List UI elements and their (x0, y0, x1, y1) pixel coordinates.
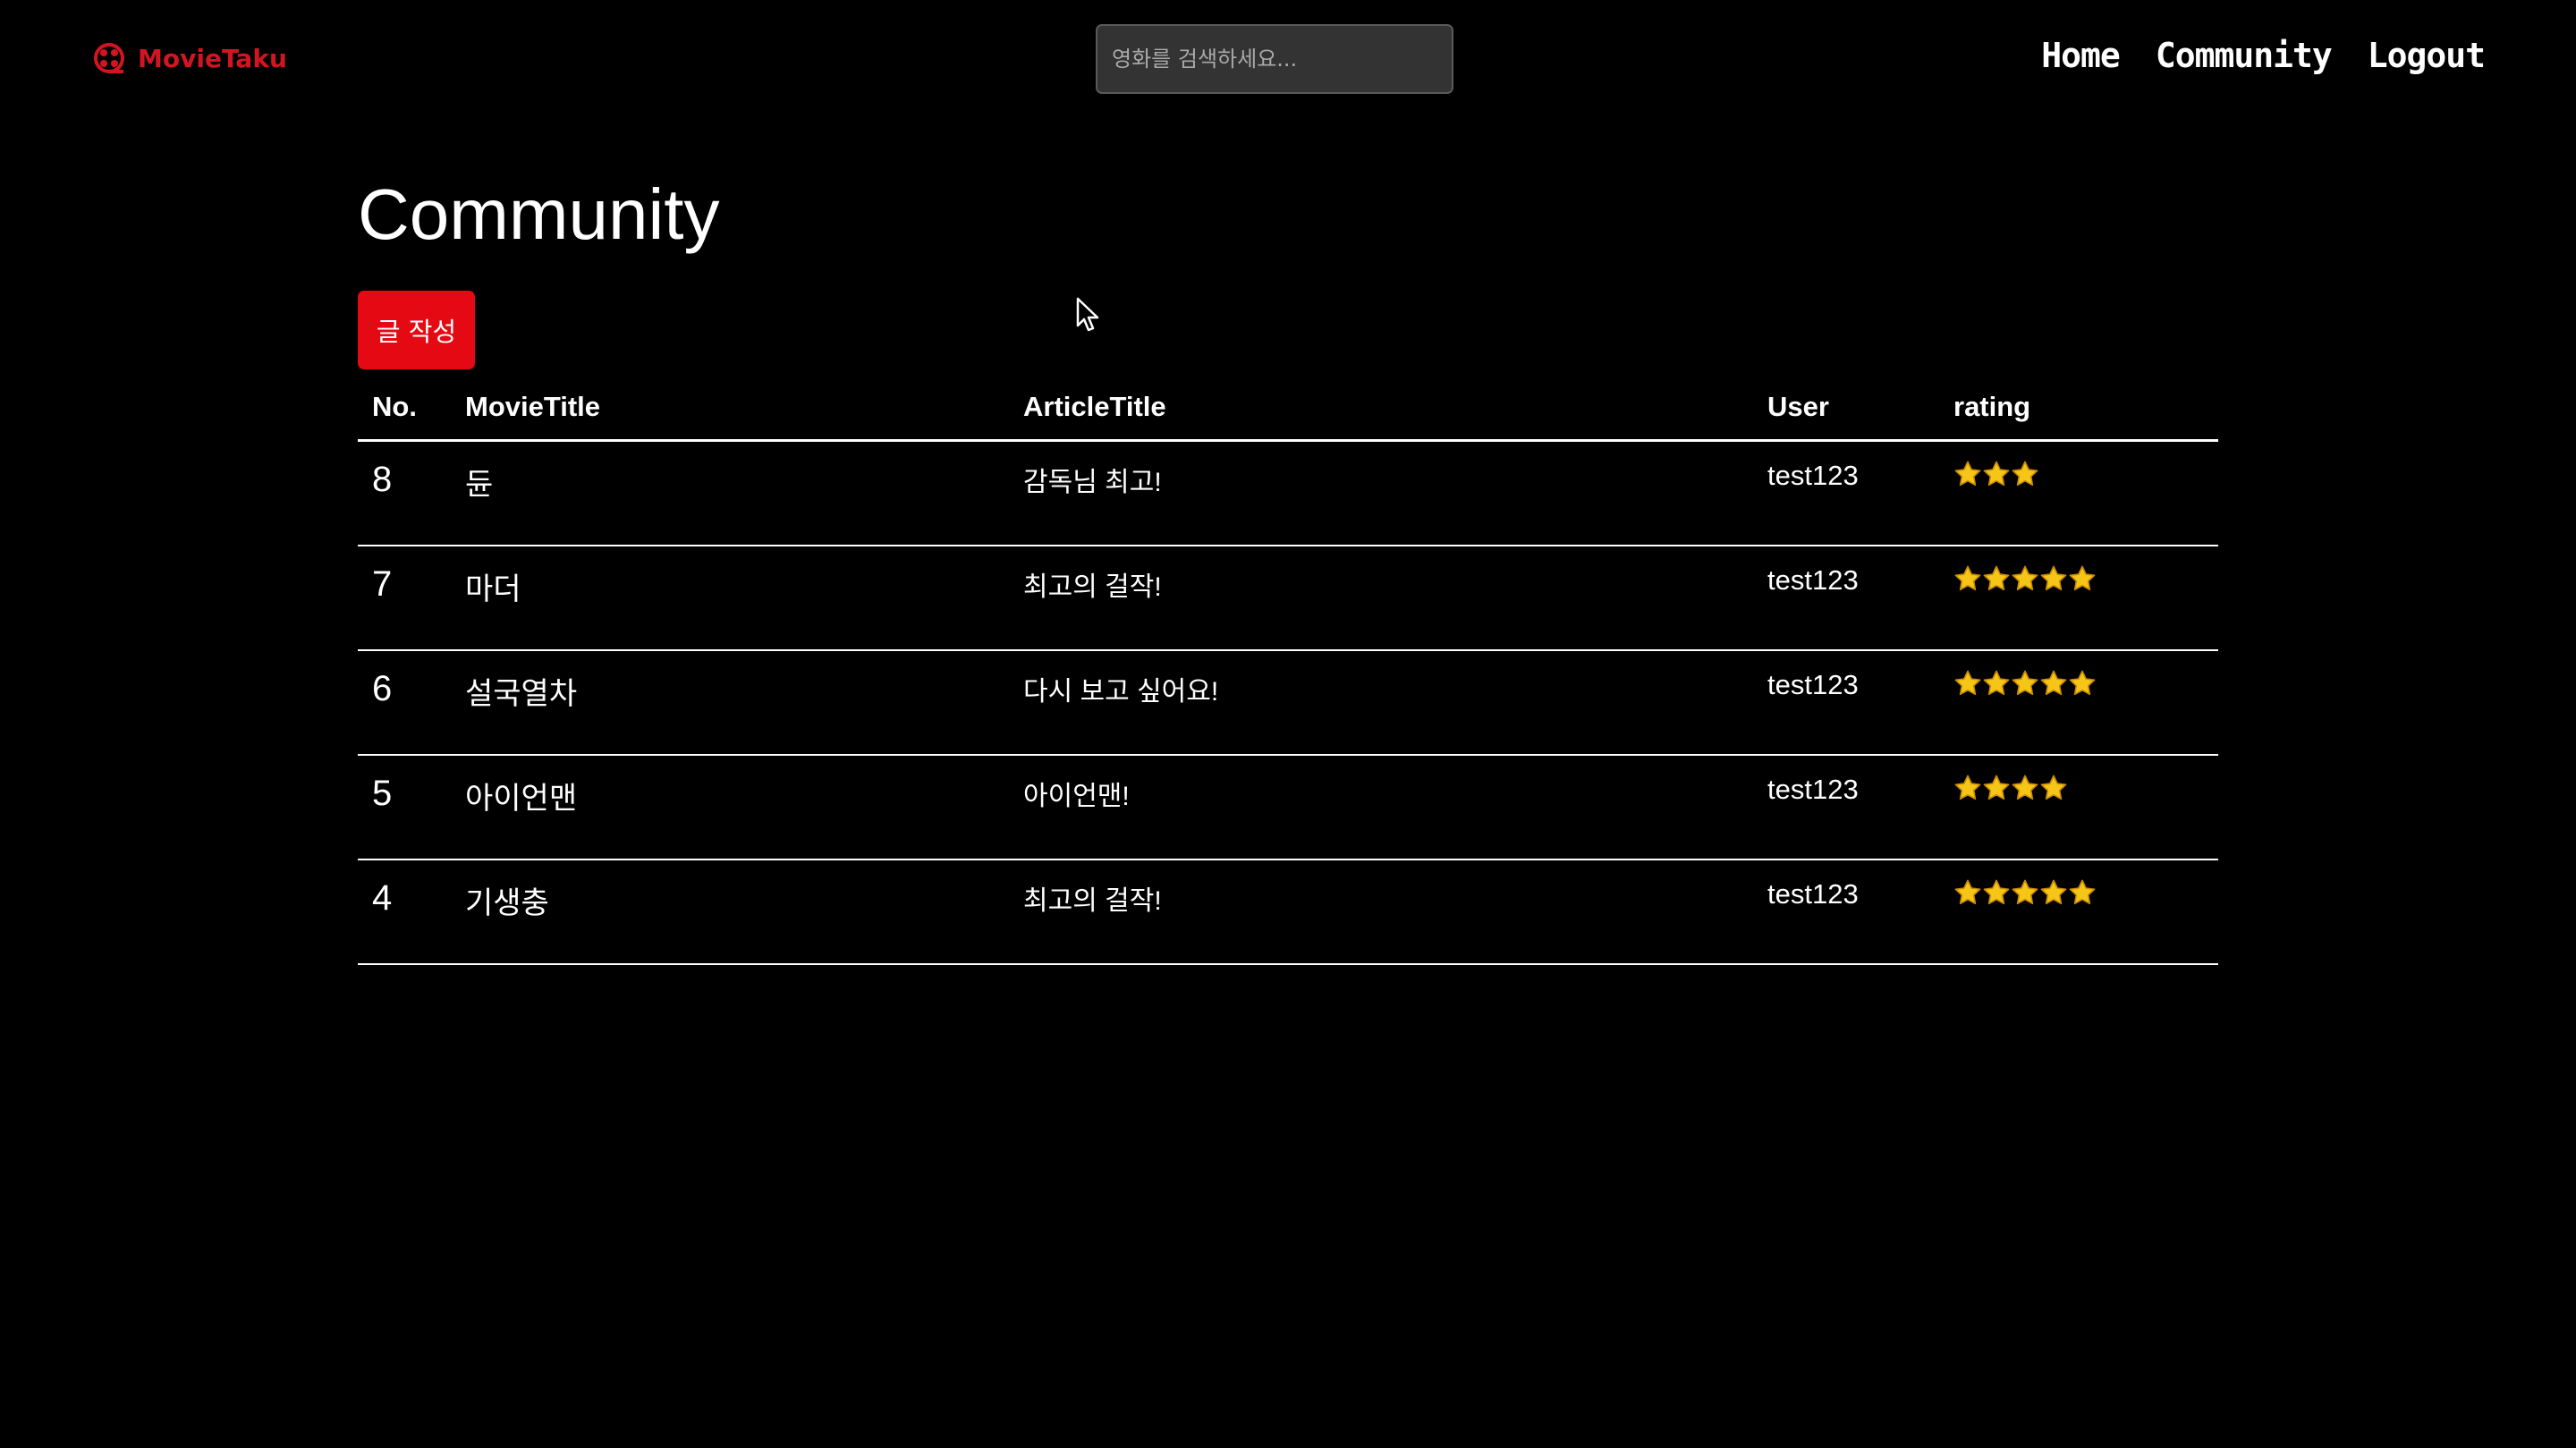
star-icon (1982, 878, 2011, 907)
star-icon (1982, 460, 2011, 488)
star-icon (2011, 564, 2039, 593)
cell-article-title[interactable]: 감독님 최고! (1009, 440, 1753, 546)
cell-no: 6 (358, 649, 451, 756)
cell-user: test123 (1753, 545, 1939, 651)
cell-no: 8 (358, 440, 451, 546)
table-row[interactable]: 4 기생충 최고의 걸작! test123 (358, 859, 2218, 965)
column-header-user: User (1753, 374, 1939, 442)
table-row[interactable]: 7 마더 최고의 걸작! test123 (358, 545, 2218, 651)
brand-name: MovieTaku (138, 43, 287, 73)
star-icon (1982, 774, 2011, 802)
nav-link-logout[interactable]: Logout (2368, 36, 2486, 75)
star-icon (2068, 669, 2097, 698)
main-content: Community 글 작성 No. MovieTitle ArticleTit… (358, 170, 2218, 965)
cell-movie-title: 듄 (451, 440, 1009, 546)
top-nav-bar: MovieTaku Home Community Logout (0, 0, 2576, 116)
table-header-row: No. MovieTitle ArticleTitle User rating (358, 374, 2218, 442)
star-icon (2068, 878, 2097, 907)
cell-rating (1939, 440, 2218, 546)
cell-rating (1939, 754, 2218, 860)
page-title: Community (358, 174, 720, 254)
star-icon (1953, 878, 1982, 907)
nav-link-home[interactable]: Home (2041, 36, 2121, 75)
cell-movie-title: 아이언맨 (451, 754, 1009, 860)
search-input[interactable] (1096, 24, 1453, 94)
star-icon (1953, 460, 1982, 488)
cell-rating (1939, 545, 2218, 651)
star-icon (2011, 460, 2039, 488)
cell-article-title[interactable]: 최고의 걸작! (1009, 859, 1753, 965)
cell-user: test123 (1753, 754, 1939, 860)
star-icon (1953, 774, 1982, 802)
cell-rating (1939, 649, 2218, 756)
star-icon (2039, 878, 2068, 907)
star-icon (2011, 878, 2039, 907)
cell-user: test123 (1753, 440, 1939, 546)
cell-no: 4 (358, 859, 451, 965)
write-post-button[interactable]: 글 작성 (358, 291, 475, 369)
star-icon (2011, 669, 2039, 698)
table-row[interactable]: 5 아이언맨 아이언맨! test123 (358, 754, 2218, 860)
column-header-article-title: ArticleTitle (1009, 374, 1753, 442)
cell-movie-title: 설국열차 (451, 649, 1009, 756)
table-row[interactable]: 8 듄 감독님 최고! test123 (358, 440, 2218, 546)
cell-article-title[interactable]: 아이언맨! (1009, 754, 1753, 860)
star-icon (1953, 564, 1982, 593)
main-nav: Home Community Logout (2041, 36, 2486, 75)
star-icon (2011, 774, 2039, 802)
mouse-cursor-icon (1076, 297, 1099, 332)
column-header-rating: rating (1939, 374, 2218, 442)
star-icon (2039, 774, 2068, 802)
star-icon (1982, 669, 2011, 698)
cell-rating (1939, 859, 2218, 965)
cell-article-title[interactable]: 최고의 걸작! (1009, 545, 1753, 651)
cell-no: 7 (358, 545, 451, 651)
cell-user: test123 (1753, 859, 1939, 965)
nav-link-community[interactable]: Community (2156, 36, 2333, 75)
table-row[interactable]: 6 설국열차 다시 보고 싶어요! test123 (358, 649, 2218, 756)
column-header-no: No. (358, 374, 451, 442)
cell-user: test123 (1753, 649, 1939, 756)
cell-movie-title: 기생충 (451, 859, 1009, 965)
star-icon (1982, 564, 2011, 593)
table-body: 8 듄 감독님 최고! test123 7 마더 최고의 걸작! test123… (358, 440, 2218, 965)
star-icon (1953, 669, 1982, 698)
cell-movie-title: 마더 (451, 545, 1009, 651)
cell-no: 5 (358, 754, 451, 860)
star-icon (2039, 669, 2068, 698)
film-reel-icon (94, 43, 124, 73)
community-table: No. MovieTitle ArticleTitle User rating … (358, 374, 2218, 965)
brand-logo-link[interactable]: MovieTaku (93, 39, 287, 77)
star-icon (2039, 564, 2068, 593)
cell-article-title[interactable]: 다시 보고 싶어요! (1009, 649, 1753, 756)
column-header-movie-title: MovieTitle (451, 374, 1009, 442)
star-icon (2068, 564, 2097, 593)
